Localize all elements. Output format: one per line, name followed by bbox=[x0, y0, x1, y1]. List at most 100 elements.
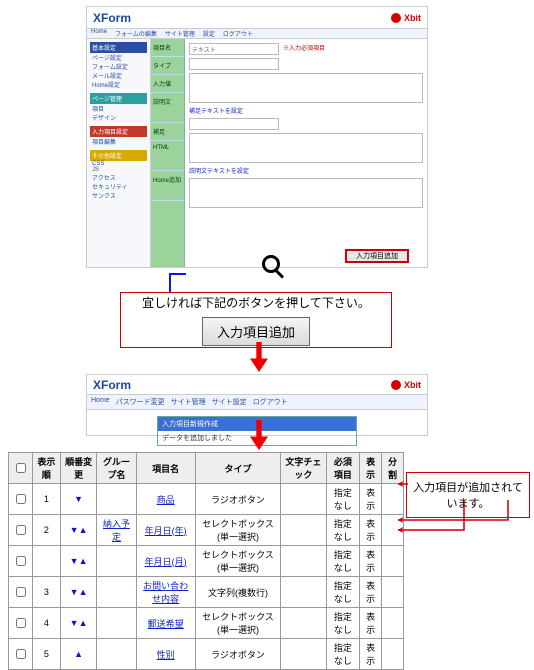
move-up-icon[interactable]: ▲ bbox=[79, 587, 88, 597]
move-up-icon[interactable]: ▲ bbox=[79, 556, 88, 566]
cell-check bbox=[281, 639, 326, 670]
tab[interactable]: ログアウト bbox=[253, 397, 288, 407]
select-input[interactable] bbox=[189, 58, 279, 70]
field-link[interactable]: 性別 bbox=[157, 650, 175, 660]
th: 表示 bbox=[360, 453, 382, 484]
row-check[interactable] bbox=[16, 525, 26, 535]
tab[interactable]: サイト管理 bbox=[165, 29, 195, 38]
red-arrow-icon bbox=[250, 420, 268, 450]
cell-check bbox=[281, 484, 326, 515]
callout-text: 宜しければ下記のボタンを押して下さい。 bbox=[142, 294, 370, 311]
sidebar: 基本設定 ページ設定 フォーム設定 メール設定 Home設定 ページ管理 項目 … bbox=[87, 39, 151, 267]
required-note: ※入力必須項目 bbox=[283, 43, 325, 55]
move-down-icon[interactable]: ▼ bbox=[70, 587, 79, 597]
table-row: 5▲性別ラジオボタン指定なし表示 bbox=[9, 639, 404, 670]
move-down-icon[interactable]: ▼ bbox=[74, 494, 83, 504]
textarea-input[interactable] bbox=[189, 73, 423, 103]
cell-name: 年月日(年) bbox=[136, 515, 195, 546]
th: 文字チェック bbox=[281, 453, 326, 484]
tab[interactable]: ログアウト bbox=[223, 29, 253, 38]
cell-type: ラジオボタン bbox=[195, 484, 280, 515]
mid-tabs: Home パスワード変更 サイト管理 サイト設定 ログアウト bbox=[87, 395, 427, 410]
th: グループ名 bbox=[97, 453, 136, 484]
side-item[interactable]: フォーム設定 bbox=[90, 62, 147, 71]
check-all[interactable] bbox=[16, 463, 26, 473]
cell-reorder: ▼▲ bbox=[60, 577, 97, 608]
cell-req: 指定なし bbox=[326, 484, 360, 515]
tab[interactable]: 設定 bbox=[203, 29, 215, 38]
row-check[interactable] bbox=[16, 556, 26, 566]
magnifier-icon bbox=[262, 255, 289, 282]
text-input[interactable]: テキスト bbox=[189, 43, 279, 55]
side-item[interactable]: サンクス bbox=[90, 191, 147, 200]
cell-group bbox=[97, 639, 136, 670]
move-up-icon[interactable]: ▲ bbox=[79, 618, 88, 628]
row-check[interactable] bbox=[16, 649, 26, 659]
cell-split bbox=[382, 484, 404, 515]
top-tabs: Home フォームの編集 サイト管理 設定 ログアウト bbox=[87, 29, 427, 39]
field-link[interactable]: 商品 bbox=[157, 495, 175, 505]
cell-order: 3 bbox=[33, 577, 61, 608]
table-row: 1▼商品ラジオボタン指定なし表示 bbox=[9, 484, 404, 515]
tab[interactable]: サイト設定 bbox=[212, 397, 247, 407]
side-item[interactable]: 項目編集 bbox=[90, 137, 147, 146]
cell-name: お問い合わせ内容 bbox=[136, 577, 195, 608]
green-label: Home追加 bbox=[151, 171, 184, 201]
helper-link[interactable]: 説明文テキストを設定 bbox=[189, 166, 423, 175]
tab[interactable]: Home bbox=[91, 397, 110, 407]
side-head: ページ管理 bbox=[90, 93, 147, 104]
cell-order: 5 bbox=[33, 639, 61, 670]
cell-check bbox=[281, 515, 326, 546]
cell-split bbox=[382, 577, 404, 608]
th: タイプ bbox=[195, 453, 280, 484]
move-up-icon[interactable]: ▲ bbox=[79, 525, 88, 535]
textarea-input[interactable] bbox=[189, 133, 423, 163]
tab[interactable]: サイト管理 bbox=[171, 397, 206, 407]
tab[interactable]: パスワード変更 bbox=[116, 397, 165, 407]
field-link[interactable]: 年月日(月) bbox=[145, 557, 187, 567]
cell-order bbox=[33, 546, 61, 577]
cell-req: 指定なし bbox=[326, 639, 360, 670]
cell-group bbox=[97, 577, 136, 608]
cell-check bbox=[281, 577, 326, 608]
side-item[interactable]: ページ設定 bbox=[90, 53, 147, 62]
cell-show: 表示 bbox=[360, 577, 382, 608]
helper-link[interactable]: 補足テキストを設定 bbox=[189, 106, 423, 115]
cell-group: 納入予定 bbox=[97, 515, 136, 546]
row-check[interactable] bbox=[16, 618, 26, 628]
cell-name: 商品 bbox=[136, 484, 195, 515]
cell-req: 指定なし bbox=[326, 515, 360, 546]
tab[interactable]: Home bbox=[91, 29, 107, 38]
cell-show: 表示 bbox=[360, 608, 382, 639]
side-item[interactable]: Home設定 bbox=[90, 80, 147, 89]
side-item[interactable]: セキュリティ bbox=[90, 182, 147, 191]
row-check[interactable] bbox=[16, 494, 26, 504]
cell-check bbox=[281, 546, 326, 577]
side-item[interactable]: デザイン bbox=[90, 113, 147, 122]
side-head: 入力項目設定 bbox=[90, 126, 147, 137]
move-down-icon[interactable]: ▼ bbox=[70, 525, 79, 535]
textarea-input[interactable] bbox=[189, 178, 423, 208]
table-header-row: 表示順 順番変更 グループ名 項目名 タイプ 文字チェック 必須項目 表示 分割 bbox=[9, 453, 404, 484]
side-item[interactable]: 項目 bbox=[90, 104, 147, 113]
green-label: 項目名 bbox=[151, 39, 184, 57]
th: 項目名 bbox=[136, 453, 195, 484]
cell-show: 表示 bbox=[360, 484, 382, 515]
field-link[interactable]: 郵送希望 bbox=[148, 619, 184, 629]
move-down-icon[interactable]: ▼ bbox=[70, 556, 79, 566]
th: 表示順 bbox=[33, 453, 61, 484]
annotation-balloon: 入力項目が追加されています。 bbox=[406, 472, 530, 518]
add-field-button-highlight[interactable]: 入力項目追加 bbox=[345, 249, 409, 263]
field-link[interactable]: 年月日(年) bbox=[145, 526, 187, 536]
move-up-icon[interactable]: ▲ bbox=[74, 649, 83, 659]
green-label: 説明文 bbox=[151, 93, 184, 123]
form-content: テキスト ※入力必須項目 補足テキストを設定 説明文テキストを設定 bbox=[185, 39, 427, 267]
tab[interactable]: フォームの編集 bbox=[115, 29, 157, 38]
cell-reorder: ▼▲ bbox=[60, 608, 97, 639]
move-down-icon[interactable]: ▼ bbox=[70, 618, 79, 628]
field-link[interactable]: お問い合わせ内容 bbox=[143, 581, 188, 604]
side-item[interactable]: アクセス bbox=[90, 173, 147, 182]
row-check[interactable] bbox=[16, 587, 26, 597]
side-item[interactable]: メール設定 bbox=[90, 71, 147, 80]
text-input[interactable] bbox=[189, 118, 279, 130]
